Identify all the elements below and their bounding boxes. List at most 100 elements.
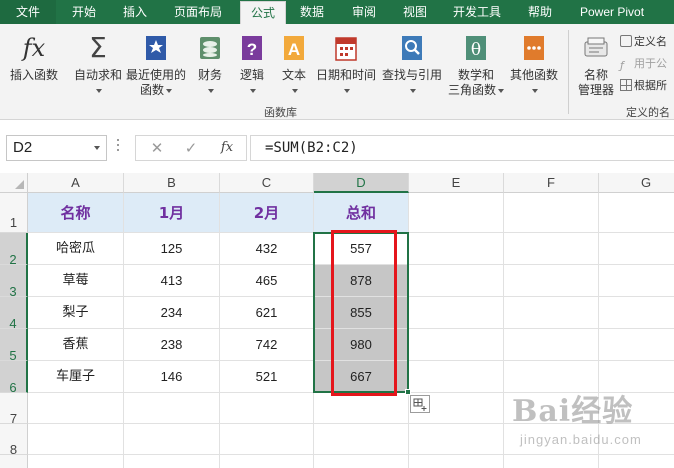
formula-bar-resize-handle[interactable] — [116, 139, 120, 157]
select-all-button[interactable] — [0, 173, 28, 193]
define-name-button[interactable]: 定义名 — [620, 33, 667, 51]
tab-home[interactable]: 开始 — [72, 0, 96, 24]
row-header-9[interactable]: 9 — [0, 455, 28, 468]
row-header-6[interactable]: 6 — [0, 361, 28, 395]
empty-cell[interactable] — [504, 265, 599, 297]
column-header-a[interactable]: A — [28, 173, 124, 193]
tab-insert[interactable]: 插入 — [123, 0, 147, 24]
empty-cell[interactable] — [28, 424, 124, 455]
row-header-7[interactable]: 7 — [0, 393, 28, 426]
empty-cell[interactable] — [504, 455, 599, 468]
column-header-g[interactable]: G — [599, 173, 674, 193]
empty-cell[interactable] — [504, 424, 599, 455]
empty-cell[interactable] — [124, 455, 220, 468]
empty-cell[interactable] — [314, 424, 409, 455]
insert-function-button[interactable]: fx 插入函数 — [4, 32, 64, 112]
row-header-2[interactable]: 2 — [0, 233, 28, 267]
empty-cell[interactable] — [314, 455, 409, 468]
data-cell[interactable]: 238 — [124, 329, 220, 361]
name-manager-button[interactable]: 名称 管理器 — [572, 32, 620, 112]
empty-cell[interactable] — [599, 265, 674, 297]
empty-cell[interactable] — [599, 297, 674, 329]
tab-help[interactable]: 帮助 — [528, 0, 552, 24]
sum-cell[interactable]: 878 — [314, 265, 409, 297]
empty-cell[interactable] — [28, 393, 124, 424]
empty-cell[interactable] — [599, 393, 674, 424]
empty-cell[interactable] — [220, 393, 314, 424]
lookup-button[interactable]: 查找与引用 — [380, 32, 444, 112]
row-header-3[interactable]: 3 — [0, 265, 28, 299]
header-cell[interactable]: 总和 — [314, 193, 409, 233]
header-cell[interactable]: 名称 — [28, 193, 124, 233]
empty-cell[interactable] — [28, 455, 124, 468]
header-cell[interactable]: 2月 — [220, 193, 314, 233]
logical-button[interactable]: ? 逻辑 — [232, 32, 272, 112]
datetime-button[interactable]: 日期和时间 — [314, 32, 378, 112]
data-cell[interactable]: 香蕉 — [28, 329, 124, 361]
sum-cell[interactable]: 855 — [314, 297, 409, 329]
use-in-formula-button[interactable]: ƒ 用于公 — [620, 55, 667, 73]
empty-cell[interactable] — [409, 455, 504, 468]
worksheet-grid[interactable]: ABCDEFG 123456789 名称1月2月总和哈密瓜125432557草莓… — [0, 173, 674, 468]
empty-cell[interactable] — [409, 265, 504, 297]
empty-cell[interactable] — [599, 361, 674, 393]
empty-cell[interactable] — [504, 233, 599, 265]
empty-cell[interactable] — [409, 361, 504, 393]
tab-review[interactable]: 审阅 — [352, 0, 376, 24]
name-box[interactable]: D2 — [6, 135, 107, 161]
empty-cell[interactable] — [504, 297, 599, 329]
quick-analysis-button[interactable] — [410, 395, 430, 413]
empty-cell[interactable] — [599, 193, 674, 233]
recently-used-button[interactable]: 最近使用的 函数 — [126, 32, 186, 112]
sum-cell[interactable]: 667 — [314, 361, 409, 393]
empty-cell[interactable] — [504, 361, 599, 393]
more-functions-button[interactable]: 其他函数 — [504, 32, 564, 112]
data-cell[interactable]: 432 — [220, 233, 314, 265]
empty-cell[interactable] — [599, 329, 674, 361]
tab-page-layout[interactable]: 页面布局 — [174, 0, 222, 24]
empty-cell[interactable] — [409, 329, 504, 361]
data-cell[interactable]: 521 — [220, 361, 314, 393]
data-cell[interactable]: 413 — [124, 265, 220, 297]
empty-cell[interactable] — [504, 329, 599, 361]
enter-icon[interactable]: ✓ — [178, 136, 204, 160]
financial-button[interactable]: 财务 — [190, 32, 230, 112]
empty-cell[interactable] — [599, 424, 674, 455]
data-cell[interactable]: 146 — [124, 361, 220, 393]
data-cell[interactable]: 465 — [220, 265, 314, 297]
empty-cell[interactable] — [504, 393, 599, 424]
empty-cell[interactable] — [409, 193, 504, 233]
empty-cell[interactable] — [124, 393, 220, 424]
empty-cell[interactable] — [409, 424, 504, 455]
data-cell[interactable]: 哈密瓜 — [28, 233, 124, 265]
row-header-5[interactable]: 5 — [0, 329, 28, 363]
column-header-e[interactable]: E — [409, 173, 504, 193]
data-cell[interactable]: 621 — [220, 297, 314, 329]
data-cell[interactable]: 234 — [124, 297, 220, 329]
tab-power-pivot[interactable]: Power Pivot — [580, 0, 644, 24]
tab-developer[interactable]: 开发工具 — [453, 0, 501, 24]
empty-cell[interactable] — [220, 424, 314, 455]
text-button[interactable]: A 文本 — [274, 32, 314, 112]
column-header-f[interactable]: F — [504, 173, 599, 193]
empty-cell[interactable] — [314, 393, 409, 424]
row-header-4[interactable]: 4 — [0, 297, 28, 331]
tab-file[interactable]: 文件 — [0, 0, 56, 24]
chevron-down-icon[interactable] — [94, 146, 100, 150]
insert-function-icon[interactable]: fx — [214, 136, 240, 160]
math-trig-button[interactable]: θ 数学和 三角函数 — [446, 32, 506, 112]
data-cell[interactable]: 125 — [124, 233, 220, 265]
column-header-b[interactable]: B — [124, 173, 220, 193]
empty-cell[interactable] — [409, 297, 504, 329]
data-cell[interactable]: 车厘子 — [28, 361, 124, 393]
empty-cell[interactable] — [124, 424, 220, 455]
empty-cell[interactable] — [220, 455, 314, 468]
data-cell[interactable]: 梨子 — [28, 297, 124, 329]
sum-cell[interactable]: 980 — [314, 329, 409, 361]
tab-formulas[interactable]: 公式 — [240, 1, 286, 24]
empty-cell[interactable] — [409, 233, 504, 265]
tab-data[interactable]: 数据 — [300, 0, 324, 24]
cancel-icon[interactable]: ✕ — [144, 136, 170, 160]
empty-cell[interactable] — [504, 193, 599, 233]
autosum-button[interactable]: Σ 自动求和 — [70, 32, 126, 112]
